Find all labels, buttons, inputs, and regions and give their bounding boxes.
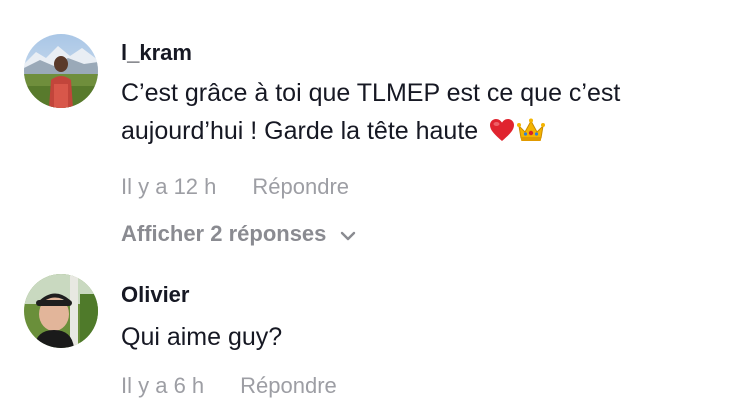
comment-item: Olivier Qui aime guy? Il y a 6 h Répondr…: [0, 266, 734, 404]
comment-text: C’est grâce à toi que TLMEP est ce que c…: [121, 74, 724, 153]
view-replies-label: Afficher 2 réponses: [121, 221, 327, 246]
view-replies-button[interactable]: Afficher 2 réponses: [121, 221, 724, 247]
comment-meta: Il y a 6 h Répondre: [121, 373, 724, 399]
reply-button[interactable]: Répondre: [252, 174, 349, 200]
comment-timestamp: Il y a 12 h: [121, 174, 217, 199]
avatar[interactable]: [24, 274, 98, 348]
comment-item: l_kram C’est grâce à toi que TLMEP est c…: [0, 0, 734, 250]
comment-username[interactable]: l_kram: [121, 40, 724, 66]
comment-text: Qui aime guy?: [121, 323, 283, 351]
comment-text-line-wrap: aujourd’hui ! Garde la tête haute: [121, 112, 724, 153]
reply-button[interactable]: Répondre: [240, 373, 337, 399]
comment-username[interactable]: Olivier: [121, 282, 724, 308]
comment-text-line: aujourd’hui ! Garde la tête haute: [121, 117, 479, 145]
comment-text-line: C’est grâce à toi que TLMEP est ce que c…: [121, 79, 621, 107]
red-heart-icon: [489, 115, 515, 153]
comment-meta: Il y a 12 h Répondre: [121, 174, 724, 200]
comment-timestamp: Il y a 6 h: [121, 373, 205, 398]
crown-icon: [517, 115, 546, 153]
chevron-down-icon: [340, 221, 356, 247]
avatar[interactable]: [24, 34, 98, 108]
